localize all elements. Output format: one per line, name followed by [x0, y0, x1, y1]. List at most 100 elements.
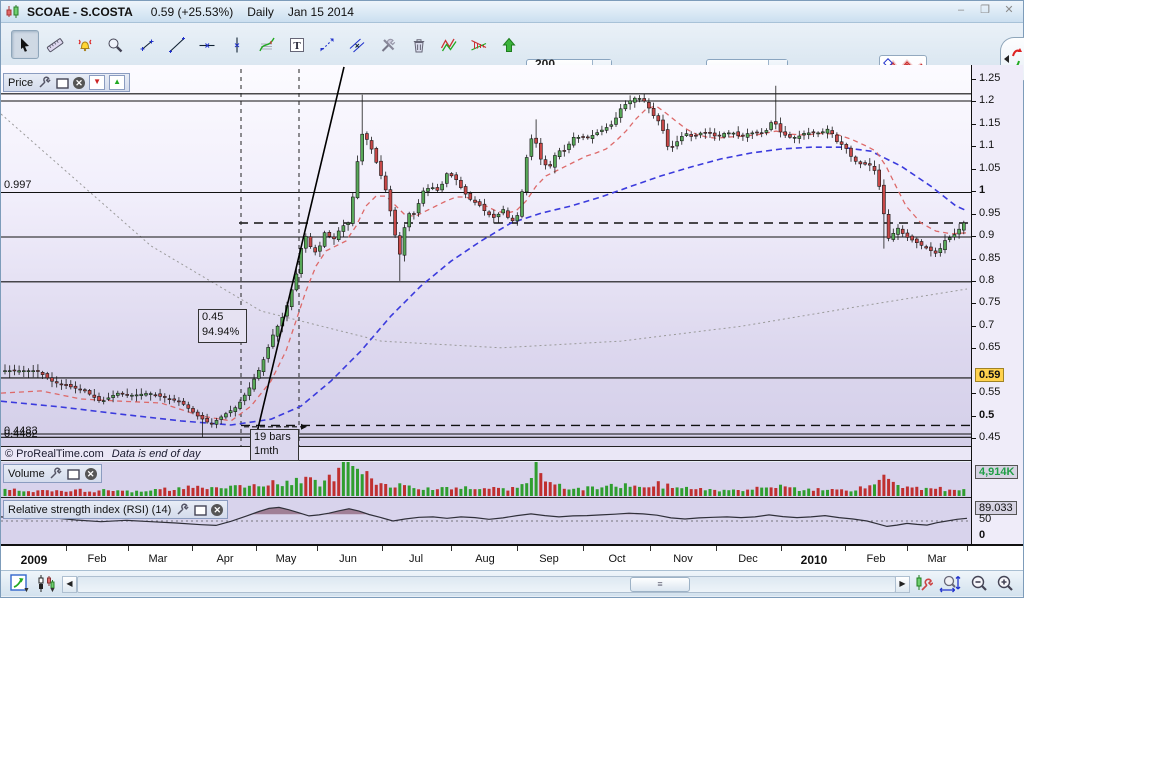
candlestick-logo-icon — [5, 4, 21, 19]
time-axis-label: Apr — [216, 553, 234, 565]
segment-tool[interactable] — [133, 30, 161, 59]
zoom-tool[interactable] — [101, 30, 129, 59]
time-tick-mark — [845, 546, 846, 551]
price-tick-mark — [972, 393, 976, 395]
rsi-zero-label: 0 — [979, 529, 986, 541]
scroll-right-button[interactable]: ▶ — [895, 576, 910, 593]
price-chart-panel[interactable] — [1, 65, 971, 446]
close-panel-icon[interactable]: ✕ — [73, 76, 86, 89]
settings-tool[interactable] — [375, 30, 403, 59]
price-tick-mark — [972, 168, 976, 170]
prorealtime-window: SCOAE - S.COSTA 0.59 (+25.53%) Daily Jan… — [0, 0, 1024, 598]
detach-window-icon[interactable] — [55, 76, 69, 89]
price-tick-mark — [972, 348, 976, 350]
price-tick-label: 0.9 — [979, 229, 995, 242]
minimize-button[interactable]: – — [953, 4, 969, 18]
current-price-badge: 0.59 — [975, 368, 1005, 382]
alarm-tool[interactable] — [71, 30, 99, 59]
price-tick-mark — [972, 258, 976, 260]
move-panel-up-button[interactable]: ▲ — [109, 75, 126, 90]
chart-type-dropdown-arrow[interactable]: ▼ — [49, 587, 56, 594]
zoom-in-button[interactable] — [995, 574, 1015, 593]
volume-panel[interactable] — [1, 462, 971, 498]
zoom-out-button[interactable] — [969, 574, 989, 593]
price-tick-label: 0.85 — [979, 251, 1001, 264]
rsi-panel-label: Relative strength index (RSI) (14) — [8, 503, 172, 516]
time-axis-label: Oct — [608, 553, 626, 565]
retracement-annotation[interactable]: 0.45 94.94% — [198, 309, 247, 343]
price-tick-mark — [972, 191, 976, 193]
price-tick-mark — [972, 236, 976, 238]
line-tool[interactable] — [163, 30, 191, 59]
close-panel-icon[interactable]: ✕ — [211, 503, 224, 516]
drawing-toolbar: T 200 units ▼ Daily ▼ — [1, 23, 1023, 87]
price-tick-label: 1 — [979, 184, 986, 197]
retracement-percent: 94.94% — [202, 326, 240, 338]
price-level-label-overlap-b: 0.4482 — [4, 428, 38, 440]
title-bar[interactable]: SCOAE - S.COSTA 0.59 (+25.53%) Daily Jan… — [1, 1, 1023, 23]
delete-tool[interactable] — [405, 30, 433, 59]
time-tick-mark — [583, 546, 584, 551]
text-tool[interactable]: T — [283, 30, 311, 59]
close-button[interactable]: ✕ — [1001, 4, 1017, 18]
detach-window-icon[interactable] — [67, 467, 81, 480]
restore-button[interactable]: ❐ — [977, 4, 993, 18]
volume-panel-label: Volume — [8, 467, 45, 480]
time-tick-mark — [650, 546, 651, 551]
channel-tool[interactable] — [343, 30, 371, 59]
price-tick-label: 0.55 — [979, 386, 1001, 399]
time-axis-label: Dec — [738, 553, 758, 565]
chart-type-button[interactable]: ▼ — [35, 574, 56, 594]
time-tick-mark — [517, 546, 518, 551]
price-tick-label: 0.7 — [979, 318, 995, 331]
price-tick-label: 1.15 — [979, 116, 1001, 129]
time-axis-label: Nov — [673, 553, 693, 565]
indicator-tool[interactable] — [253, 30, 281, 59]
rsi-panel-header[interactable]: Relative strength index (RSI) (14) ✕ — [3, 500, 229, 519]
price-tick-mark — [972, 123, 976, 125]
volume-canvas — [3, 462, 966, 496]
arrows-tool[interactable] — [313, 30, 341, 59]
price-level-label: 0.997 — [4, 179, 32, 191]
time-axis-label: Aug — [475, 553, 495, 565]
ruler-tool[interactable] — [41, 30, 69, 59]
volume-panel-header[interactable]: Volume ✕ — [3, 464, 102, 483]
chart-settings-button[interactable] — [913, 574, 933, 593]
time-tick-mark — [967, 546, 968, 551]
bar-count-annotation[interactable]: 19 bars 1mth — [250, 429, 299, 461]
scroll-left-button[interactable]: ◀ — [62, 576, 77, 593]
scrollbar-thumb[interactable]: ≡ — [630, 577, 690, 592]
wrench-icon[interactable] — [37, 76, 51, 89]
instrument-date: Jan 15 2014 — [287, 4, 354, 19]
price-tick-mark — [972, 438, 976, 439]
wrench-icon[interactable] — [175, 503, 189, 516]
zigzag-pattern-tool[interactable] — [435, 30, 463, 59]
time-axis[interactable]: 2009 Feb Mar Apr May Jun Jul Aug Sep Oct Nov Dec 201… — [1, 544, 1023, 570]
bar-count-bars: 19 bars — [254, 431, 291, 443]
time-axis-label: Mar — [148, 553, 168, 565]
export-dropdown-arrow[interactable]: ▼ — [23, 587, 30, 594]
zoom-fit-button[interactable] — [939, 574, 963, 593]
price-tick-label: 1.25 — [979, 72, 1001, 84]
price-axis[interactable]: 1.25 1.2 1.15 1.1 1.05 1 0.95 0.9 0.85 0.8 0.75 0.7… — [971, 65, 1023, 544]
horizontal-line-tool[interactable] — [193, 30, 221, 59]
move-panel-down-button[interactable]: ▼ — [89, 75, 106, 90]
price-tick-mark — [972, 101, 976, 103]
time-axis-label: Sep — [539, 553, 559, 565]
time-scrollbar[interactable]: ≡ — [77, 576, 896, 593]
time-tick-mark — [382, 546, 383, 551]
rsi-mid-label: 50 — [979, 513, 992, 525]
detach-window-icon[interactable] — [193, 503, 207, 516]
time-tick-mark — [127, 546, 129, 551]
wrench-icon[interactable] — [49, 467, 63, 480]
up-arrow-tool[interactable] — [495, 30, 523, 59]
price-tick-label: 0.65 — [979, 341, 1001, 354]
export-chart-button[interactable]: ▼ — [9, 574, 30, 594]
vertical-line-tool[interactable] — [223, 30, 251, 59]
price-chart-canvas[interactable] — [1, 65, 971, 446]
price-panel-header[interactable]: Price ✕ ▼ ▲ — [3, 73, 131, 92]
pointer-tool[interactable] — [11, 30, 39, 59]
close-panel-icon[interactable]: ✕ — [84, 467, 97, 480]
triangle-pattern-tool[interactable] — [465, 30, 493, 59]
volume-value-badge: 4,914K — [975, 465, 1019, 479]
